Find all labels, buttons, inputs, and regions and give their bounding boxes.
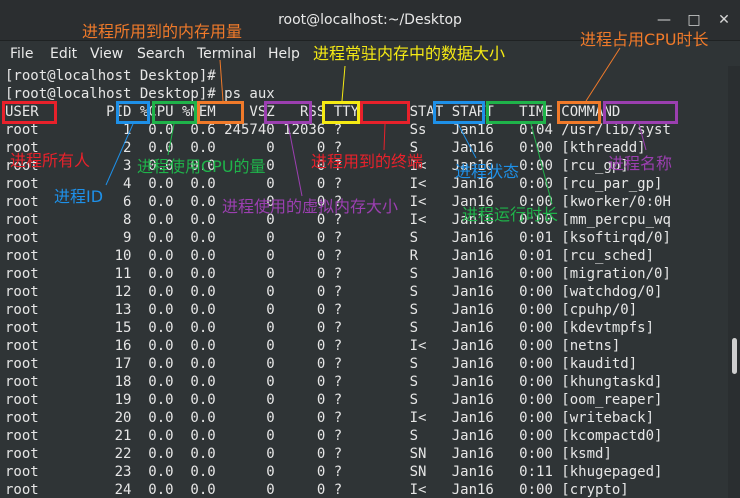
cpu-annotation: 进程使用CPU的量 <box>137 157 266 176</box>
stat-column-box <box>433 101 485 124</box>
pid-column-box <box>116 101 150 124</box>
process-row: root 20 0.0 0.0 0 0 ? I< Jan16 0:00 [wri… <box>5 410 655 426</box>
command-column-box <box>603 101 678 124</box>
start-column-box <box>486 101 546 124</box>
menu-edit[interactable]: Edit <box>50 46 77 62</box>
process-row: root 4 0.0 0.0 0 0 ? I< Jan16 0:00 [rcu_… <box>5 176 663 192</box>
rss-annotation: 进程常驻内存中的数据大小 <box>313 44 506 63</box>
menu-file[interactable]: File <box>10 46 33 62</box>
process-row: root 10 0.0 0.0 0 0 ? R Jan16 0:01 [rcu_… <box>5 248 655 264</box>
scrollbar[interactable] <box>728 66 740 498</box>
vsz-annotation: 进程使用的虚拟内存大小 <box>222 197 399 216</box>
process-row: root 17 0.0 0.0 0 0 ? S Jan16 0:00 [kaud… <box>5 356 638 372</box>
process-row: root 23 0.0 0.0 0 0 ? SN Jan16 0:11 [khu… <box>5 464 663 480</box>
close-icon[interactable]: ✕ <box>716 12 732 28</box>
time-column-box <box>557 101 601 124</box>
process-row: root 13 0.0 0.0 0 0 ? S Jan16 0:00 [cpuh… <box>5 302 638 318</box>
tty-column-box <box>360 101 410 124</box>
mem-annotation: 进程所用到的内存用量 <box>82 22 243 41</box>
menu-view[interactable]: View <box>90 46 123 62</box>
command-annotation: 进程名称 <box>608 154 673 173</box>
tty-annotation: 进程用到的终端 <box>311 152 424 171</box>
vsz-column-box <box>264 101 312 124</box>
process-row: root 21 0.0 0.0 0 0 ? S Jan16 0:00 [kcom… <box>5 428 663 444</box>
menu-terminal[interactable]: Terminal <box>197 46 256 62</box>
user-column-box <box>2 101 57 124</box>
terminal-window: root@localhost:~/Desktop — □ ✕ File Edit… <box>0 0 740 498</box>
process-row: root 16 0.0 0.0 0 0 ? I< Jan16 0:00 [net… <box>5 338 621 354</box>
prompt-line: [root@localhost Desktop]# <box>5 68 216 84</box>
process-row: root 22 0.0 0.0 0 0 ? SN Jan16 0:00 [ksm… <box>5 446 612 462</box>
process-row: root 18 0.0 0.0 0 0 ? S Jan16 0:00 [khun… <box>5 374 663 390</box>
menu-search[interactable]: Search <box>137 46 185 62</box>
terminal-output[interactable]: [root@localhost Desktop]# [root@localhos… <box>0 66 728 498</box>
pid-annotation: 进程ID <box>54 187 104 206</box>
stat-annotation: 进程状态 <box>455 162 520 181</box>
process-row: root 12 0.0 0.0 0 0 ? S Jan16 0:00 [watc… <box>5 284 663 300</box>
mem-column-box <box>197 101 244 124</box>
time-annotation: 进程占用CPU时长 <box>580 30 709 49</box>
process-row: root 11 0.0 0.0 0 0 ? S Jan16 0:00 [migr… <box>5 266 671 282</box>
scrollbar-thumb[interactable] <box>732 338 737 374</box>
cpu-column-box <box>152 101 197 124</box>
process-row: root 24 0.0 0.0 0 0 ? I< Jan16 0:00 [cry… <box>5 482 629 498</box>
process-row: root 19 0.0 0.0 0 0 ? S Jan16 0:00 [oom_… <box>5 392 663 408</box>
rss-column-box <box>322 101 360 124</box>
process-row: root 15 0.0 0.0 0 0 ? S Jan16 0:00 [kdev… <box>5 320 655 336</box>
process-row: root 9 0.0 0.0 0 0 ? S Jan16 0:01 [ksoft… <box>5 230 671 246</box>
menu-help[interactable]: Help <box>268 46 300 62</box>
start-annotation: 进程运行时长 <box>462 205 559 224</box>
user-annotation: 进程所有人 <box>10 151 91 170</box>
